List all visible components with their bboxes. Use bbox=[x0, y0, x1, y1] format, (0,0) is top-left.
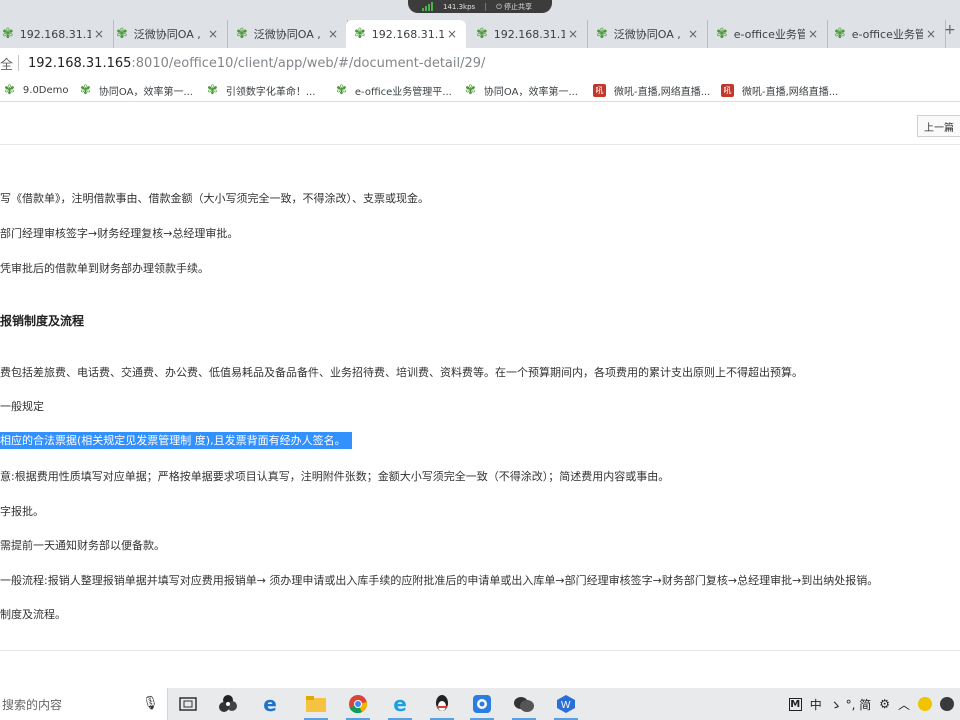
browser-tab[interactable]: ✾ e-office业务管 × bbox=[708, 20, 828, 48]
bookmarks-bar: ✾ 9.0Demo ✾ 协同OA，效率第一... ✾ 引领数字化革命！... ✾ e-o… bbox=[0, 78, 960, 102]
gear-icon: ✾ bbox=[354, 26, 366, 42]
close-icon[interactable]: × bbox=[205, 27, 221, 41]
screen-record-icon[interactable] bbox=[470, 692, 494, 720]
signal-icon bbox=[422, 2, 433, 11]
doc-paragraph: 费包括差旅费、电话费、交通费、办公费、低值易耗品及备品备件、业务招待费、培训费、… bbox=[0, 366, 803, 379]
browser-tab[interactable]: ✾ 192.168.31.16 × bbox=[468, 20, 588, 48]
gear-icon: ✾ bbox=[4, 82, 15, 98]
bookmark-item[interactable]: ✾ 协同OA，效率第一... bbox=[80, 78, 193, 102]
gear-icon: ✾ bbox=[716, 26, 728, 42]
url-path: :8010/eoffice10/client/app/web/#/documen… bbox=[131, 55, 486, 71]
close-icon[interactable]: × bbox=[923, 27, 939, 41]
bookmark-item[interactable]: 吼微吼-直播,网络直播... bbox=[721, 78, 838, 102]
browser-tab[interactable]: ✾ 泛微协同OA , × bbox=[228, 20, 348, 48]
bookmark-item[interactable]: ✾ e-office业务管理平... bbox=[336, 78, 452, 102]
system-tray: M 中 ゝ °, 简 ⚙ ︿ bbox=[788, 688, 960, 720]
browser-tab[interactable]: ✾ 泛微协同OA , × bbox=[588, 20, 708, 48]
doc-paragraph: 写《借款单》，注明借款事由、借款金额（大小写须完全一致，不得涂改）、支票或现金。 bbox=[0, 192, 429, 205]
share-rate: 141.3kps bbox=[443, 2, 476, 11]
settings-icon[interactable]: ⚙ bbox=[879, 697, 890, 711]
show-hidden-icons-chevron-icon[interactable]: ︿ bbox=[898, 696, 910, 713]
doc-paragraph: 一般流程:报销人整理报销单据并填写对应费用报销单→ 须办理申请或出入库手续的应附… bbox=[0, 574, 879, 587]
browser-tab-active[interactable]: ✾ 192.168.31.16 × bbox=[346, 20, 466, 48]
ime-language[interactable]: 中 bbox=[810, 696, 822, 713]
document-toolbar: 上一篇 bbox=[0, 103, 960, 145]
tray-app-icon[interactable] bbox=[918, 697, 932, 711]
gear-icon: ✾ bbox=[2, 26, 14, 42]
windows-taskbar: 搜索的内容 🎙 e e W M 中 ゝ °, 简 ⚙ ︿ bbox=[0, 688, 960, 720]
gear-icon: ✾ bbox=[116, 26, 128, 42]
gear-icon: ✾ bbox=[80, 82, 91, 98]
ie-icon[interactable]: e bbox=[388, 692, 412, 720]
doc-paragraph: 需提前一天通知财务部以便备款。 bbox=[0, 539, 165, 552]
document-body: 写《借款单》，注明借款事由、借款金额（大小写须完全一致，不得涂改）、支票或现金。… bbox=[0, 145, 960, 688]
pinwheel-app-icon[interactable] bbox=[216, 692, 240, 716]
bookmark-item[interactable]: ✾ 9.0Demo bbox=[4, 78, 69, 102]
chrome-icon[interactable] bbox=[346, 692, 370, 720]
browser-tab-strip: 141.3kps ⏻ 停止共享 ✾ 192.168.31.16 × ✾ 泛微协同… bbox=[0, 0, 960, 48]
gear-icon: ✾ bbox=[834, 26, 846, 42]
previous-article-button[interactable]: 上一篇 bbox=[917, 115, 960, 137]
bookmark-item[interactable]: 吼微吼-直播,网络直播... bbox=[593, 78, 710, 102]
stop-share-button[interactable]: ⏻ 停止共享 bbox=[496, 2, 532, 12]
tray-app-icon-2[interactable] bbox=[940, 697, 954, 711]
vhall-icon: 吼 bbox=[593, 83, 606, 97]
screen-share-bar: 141.3kps ⏻ 停止共享 bbox=[408, 0, 552, 13]
close-icon[interactable]: × bbox=[444, 27, 460, 41]
divider bbox=[0, 650, 960, 651]
doc-paragraph: 制度及流程。 bbox=[0, 608, 66, 621]
browser-tab[interactable]: ✾ e-office业务管 × bbox=[826, 20, 946, 48]
gear-icon: ✾ bbox=[207, 82, 218, 98]
browser-tab[interactable]: ✾ 192.168.31.16 × bbox=[0, 20, 114, 48]
close-icon[interactable]: × bbox=[685, 27, 701, 41]
gear-icon: ✾ bbox=[596, 26, 608, 42]
microphone-icon[interactable]: 🎙 bbox=[142, 696, 159, 712]
ime-mode-indicator[interactable]: M bbox=[788, 697, 802, 711]
close-icon[interactable]: × bbox=[565, 27, 581, 41]
edge-icon[interactable]: e bbox=[258, 692, 282, 716]
new-tab-button[interactable]: + bbox=[944, 22, 956, 38]
url-host: 192.168.31.165 bbox=[28, 55, 132, 71]
close-icon[interactable]: × bbox=[805, 27, 821, 41]
file-explorer-icon[interactable] bbox=[304, 692, 328, 720]
ime-options[interactable]: ゝ °, 简 bbox=[830, 696, 871, 713]
bookmark-item[interactable]: ✾ 引领数字化革命！... bbox=[207, 78, 315, 102]
task-view-icon[interactable] bbox=[176, 692, 200, 716]
gear-icon: ✾ bbox=[465, 82, 476, 98]
address-bar[interactable]: 全 192.168.31.165 :8010/eoffice10/client/… bbox=[0, 48, 960, 78]
gear-icon: ✾ bbox=[236, 26, 248, 42]
bookmark-item[interactable]: ✾ 协同OA，效率第一... bbox=[465, 78, 578, 102]
doc-paragraph: 一般规定 bbox=[0, 400, 44, 413]
wps-icon[interactable]: W bbox=[554, 692, 578, 720]
doc-paragraph: 部门经理审核签字→财务经理复核→总经理审批。 bbox=[0, 227, 239, 240]
svg-text:W: W bbox=[561, 700, 571, 711]
wechat-icon[interactable] bbox=[512, 692, 536, 720]
doc-paragraph: 字报批。 bbox=[0, 505, 44, 518]
gear-icon: ✾ bbox=[476, 26, 488, 42]
doc-paragraph: 意:根据费用性质填写对应单据；严格按单据要求项目认真写，注明附件张数；金额大小写… bbox=[0, 470, 670, 483]
close-icon[interactable]: × bbox=[91, 27, 107, 41]
doc-paragraph: 凭审批后的借款单到财务部办理领款手续。 bbox=[0, 262, 209, 275]
doc-heading: 报销制度及流程 bbox=[0, 314, 85, 328]
doc-paragraph-selected: 相应的合法票据(相关规定见发票管理制 度),且发票背面有经办人签名。 bbox=[0, 432, 352, 449]
close-icon[interactable]: × bbox=[325, 27, 341, 41]
qq-icon[interactable] bbox=[430, 692, 454, 720]
gear-icon: ✾ bbox=[336, 82, 347, 98]
security-indicator[interactable]: 全 bbox=[0, 54, 13, 73]
vhall-icon: 吼 bbox=[721, 83, 734, 97]
browser-tab[interactable]: ✾ 泛微协同OA , × bbox=[108, 20, 228, 48]
